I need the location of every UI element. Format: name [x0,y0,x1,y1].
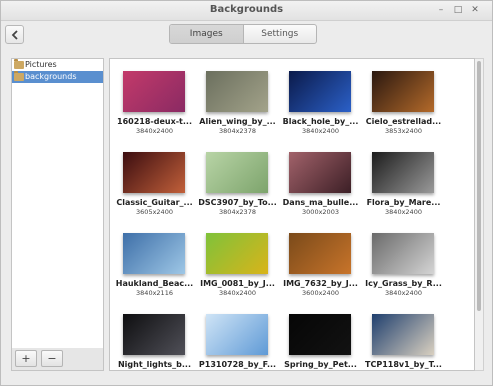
image-gallery: 160218-deux-t... 3840x2400 Alien_wing_by_.… [109,58,475,371]
wallpaper-thumbnail[interactable] [289,71,351,112]
wallpaper-name: IMG_0081_by_J... [200,279,275,288]
wallpaper-name: Haukland_Beac... [115,279,194,288]
wallpaper-name: Night_lights_b... [117,360,192,369]
wallpaper-dimensions: 3600x2400 [302,289,339,297]
folder-actions: + − [11,348,104,371]
wallpaper-name: TCP118v1_by_T... [365,360,442,369]
scrollbar-thumb[interactable] [477,61,481,311]
wallpaper-dimensions: 3840x2400 [385,289,422,297]
wallpaper-thumbnail[interactable] [123,152,185,193]
wallpaper-name: 160218-deux-t... [117,117,192,126]
wallpaper-dimensions: 3840x2400 [136,127,173,135]
wallpaper-name: Black_hole_by_... [282,117,359,126]
wallpaper-item[interactable]: Dans_ma_bulle... 3000x2003 [279,140,362,220]
wallpaper-item[interactable]: TCP118v1_by_T... [362,302,445,370]
add-folder-button[interactable]: + [15,350,37,367]
gallery-scrollbar[interactable] [475,58,484,371]
window-title: Backgrounds [209,4,284,15]
minimize-icon[interactable]: – [435,4,447,16]
wallpaper-thumbnail[interactable] [123,233,185,274]
wallpaper-thumbnail[interactable] [206,314,268,355]
wallpaper-item[interactable]: Black_hole_by_... 3840x2400 [279,59,362,139]
wallpaper-dimensions: 3853x2400 [385,127,422,135]
sidebar-item-label: backgrounds [25,72,77,81]
remove-folder-button[interactable]: − [41,350,63,367]
wallpaper-item[interactable]: IMG_7632_by_J... 3600x2400 [279,221,362,301]
wallpaper-dimensions: 3840x2400 [302,127,339,135]
maximize-icon[interactable]: □ [452,4,464,16]
wallpaper-dimensions: 3840x2400 [385,208,422,216]
tab-images[interactable]: Images [170,25,243,43]
wallpaper-thumbnail[interactable] [206,71,268,112]
wallpaper-name: Icy_Grass_by_R... [365,279,442,288]
wallpaper-name: DSC3907_by_To... [198,198,277,207]
back-button[interactable] [5,25,24,44]
folder-list: Pictures backgrounds [11,58,104,371]
wallpaper-item[interactable]: Haukland_Beac... 3840x2116 [113,221,196,301]
chevron-left-icon [11,29,18,40]
wallpaper-thumbnail[interactable] [372,71,434,112]
wallpaper-thumbnail[interactable] [289,152,351,193]
wallpaper-thumbnail[interactable] [206,233,268,274]
sidebar-item-pictures[interactable]: Pictures [12,59,103,71]
wallpaper-name: Spring_by_Pet... [284,360,357,369]
wallpaper-name: IMG_7632_by_J... [283,279,358,288]
wallpaper-dimensions: 3804x2378 [219,208,256,216]
wallpaper-name: Dans_ma_bulle... [282,198,359,207]
folder-icon [14,71,24,81]
wallpaper-item[interactable]: P1310728_by_F... [196,302,279,370]
wallpaper-dimensions: 3000x2003 [302,208,339,216]
wallpaper-item[interactable]: IMG_0081_by_J... 3840x2400 [196,221,279,301]
wallpaper-thumbnail[interactable] [206,152,268,193]
wallpaper-thumbnail[interactable] [372,314,434,355]
wallpaper-dimensions: 3840x2116 [136,289,173,297]
toolbar: Images Settings [1,21,492,55]
wallpaper-item[interactable]: Flora_by_Mare... 3840x2400 [362,140,445,220]
wallpaper-name: Cielo_estrellad... [365,117,442,126]
wallpaper-thumbnail[interactable] [372,233,434,274]
wallpaper-name: Alien_wing_by_... [199,117,276,126]
backgrounds-window: Backgrounds – □ ✕ Images Settings Pictur… [0,0,493,386]
sidebar-item-backgrounds[interactable]: backgrounds [12,71,103,83]
tab-settings[interactable]: Settings [242,25,317,43]
wallpaper-thumbnail[interactable] [289,314,351,355]
wallpaper-item[interactable]: Alien_wing_by_... 3804x2378 [196,59,279,139]
wallpaper-dimensions: 3804x2378 [219,127,256,135]
title-bar: Backgrounds – □ ✕ [1,1,492,21]
wallpaper-item[interactable]: Night_lights_b... [113,302,196,370]
wallpaper-thumbnail[interactable] [289,233,351,274]
wallpaper-item[interactable]: Cielo_estrellad... 3853x2400 [362,59,445,139]
wallpaper-thumbnail[interactable] [123,314,185,355]
wallpaper-item[interactable]: Icy_Grass_by_R... 3840x2400 [362,221,445,301]
close-icon[interactable]: ✕ [469,4,481,16]
wallpaper-thumbnail[interactable] [123,71,185,112]
wallpaper-name: Flora_by_Mare... [366,198,441,207]
folder-icon [14,59,24,69]
view-switcher: Images Settings [169,24,317,44]
wallpaper-item[interactable]: Spring_by_Pet... [279,302,362,370]
wallpaper-dimensions: 3605x2400 [136,208,173,216]
sidebar-item-label: Pictures [25,60,57,69]
wallpaper-name: P1310728_by_F... [198,360,277,369]
wallpaper-dimensions: 3840x2400 [219,289,256,297]
wallpaper-name: Classic_Guitar_... [116,198,193,207]
wallpaper-item[interactable]: 160218-deux-t... 3840x2400 [113,59,196,139]
wallpaper-item[interactable]: DSC3907_by_To... 3804x2378 [196,140,279,220]
wallpaper-thumbnail[interactable] [372,152,434,193]
wallpaper-item[interactable]: Classic_Guitar_... 3605x2400 [113,140,196,220]
